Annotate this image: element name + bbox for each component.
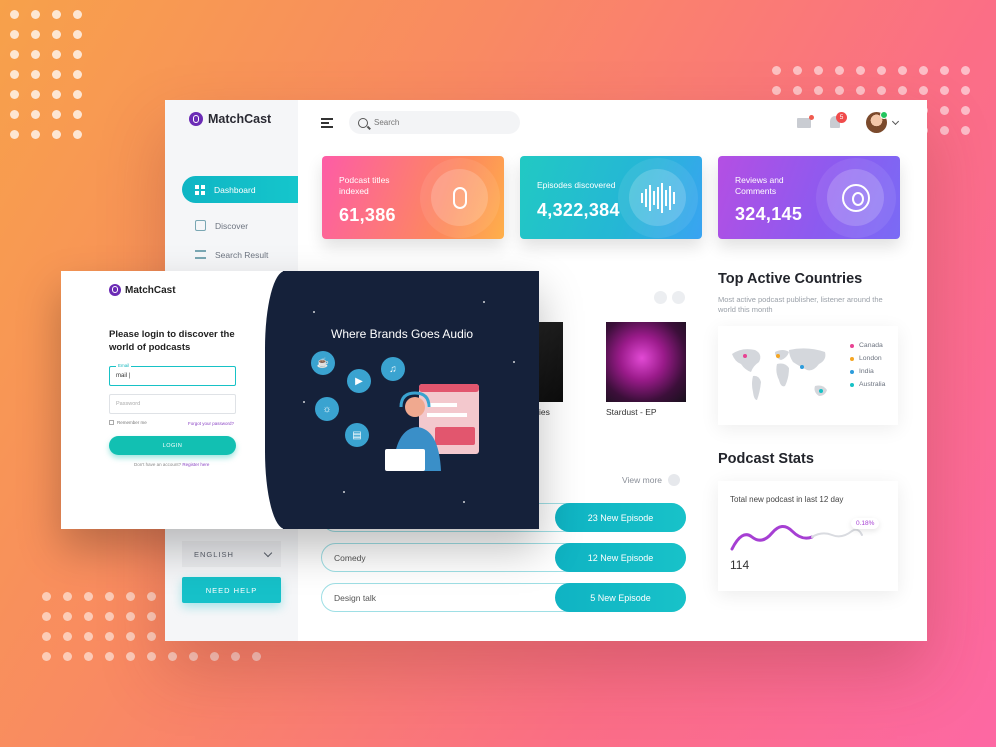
stats-sparkline bbox=[730, 525, 863, 551]
app-name: MatchCast bbox=[208, 112, 272, 126]
microphone-icon bbox=[419, 157, 500, 238]
carousel-prev-button[interactable] bbox=[654, 291, 667, 304]
podcaster-illustration bbox=[385, 384, 479, 471]
episode-row[interactable]: Design talk 5 New Episode bbox=[321, 583, 686, 612]
notification-badge: 5 bbox=[836, 112, 847, 123]
legend-dot bbox=[850, 343, 854, 348]
stat-value: 61,386 bbox=[339, 205, 396, 225]
episode-row[interactable]: Comedy 12 New Episode bbox=[321, 543, 686, 572]
dashboard-grid-icon bbox=[195, 184, 205, 195]
sidebar-item-discover[interactable]: Discover bbox=[182, 212, 298, 239]
app-logo[interactable]: MatchCast bbox=[189, 112, 271, 126]
podcast-stats-title: Podcast Stats bbox=[718, 451, 814, 467]
legend-item: Australia bbox=[850, 381, 885, 388]
forgot-password-link[interactable]: Forgot your password? bbox=[188, 421, 234, 426]
world-map-card: Canada London India Australia bbox=[718, 326, 898, 425]
legend-item: London bbox=[850, 355, 885, 362]
matchcast-logo-icon bbox=[189, 112, 203, 126]
lightbulb-icon: ☼ bbox=[315, 397, 339, 421]
world-map bbox=[732, 348, 827, 400]
login-logo: MatchCast bbox=[109, 284, 176, 296]
countries-subtitle: Most active podcast publisher, listener … bbox=[718, 295, 883, 314]
email-value: mail | bbox=[116, 373, 131, 379]
episode-genre: Design talk bbox=[334, 592, 377, 603]
password-field[interactable]: Password bbox=[109, 394, 236, 414]
music-note-icon: ♫ bbox=[381, 357, 405, 381]
mail-icon[interactable] bbox=[797, 115, 814, 128]
cube-icon bbox=[195, 220, 206, 231]
remember-me-checkbox[interactable]: Remember me bbox=[109, 420, 147, 425]
language-value: ENGLISH bbox=[194, 549, 234, 559]
menu-icon[interactable] bbox=[321, 118, 333, 131]
stats-caption: Total new podcast in last 12 day bbox=[730, 495, 844, 504]
legend-item: Canada bbox=[850, 342, 885, 349]
login-heading: Please login to discover the world of po… bbox=[109, 329, 235, 353]
sidebar-item-label: Search Result bbox=[215, 249, 269, 260]
chevron-down-icon[interactable] bbox=[891, 117, 900, 126]
cup-icon: ☕ bbox=[311, 351, 335, 375]
email-field[interactable]: Email mail | bbox=[109, 363, 236, 386]
search-icon bbox=[358, 117, 368, 128]
stat-card-reviews[interactable]: Reviews and Comments 324,145 bbox=[718, 156, 900, 239]
album-title[interactable]: Stardust - EP bbox=[606, 407, 657, 417]
password-placeholder: Password bbox=[116, 401, 141, 407]
countries-title: Top Active Countries bbox=[718, 271, 863, 287]
view-more-link[interactable]: View more bbox=[622, 474, 680, 486]
album-title[interactable]: ies bbox=[539, 407, 550, 417]
register-prompt: Don't have an account? Register here bbox=[134, 462, 210, 467]
video-icon: ▶ bbox=[347, 369, 371, 393]
stat-value: 4,322,384 bbox=[537, 200, 620, 220]
stats-value: 114 bbox=[730, 558, 750, 572]
folder-icon: ▤ bbox=[345, 423, 369, 447]
sidebar-item-dashboard[interactable]: Dashboard bbox=[182, 176, 298, 203]
decorative-dots bbox=[10, 10, 82, 139]
episode-count-button[interactable]: 12 New Episode bbox=[555, 543, 686, 572]
stat-label: Podcast titles indexed bbox=[339, 175, 390, 196]
stat-label: Reviews and Comments bbox=[735, 175, 784, 196]
podcast-icon bbox=[815, 157, 896, 238]
avatar[interactable] bbox=[866, 111, 888, 133]
episode-count-button[interactable]: 23 New Episode bbox=[555, 503, 686, 532]
stat-card-podcast-titles[interactable]: Podcast titles indexed 61,386 bbox=[322, 156, 504, 239]
search-bar[interactable] bbox=[349, 111, 520, 134]
sound-wave-icon bbox=[617, 157, 698, 238]
legend-dot bbox=[850, 369, 854, 374]
map-legend: Canada London India Australia bbox=[850, 342, 885, 394]
stat-card-episodes[interactable]: Episodes discovered 4,322,384 bbox=[520, 156, 702, 239]
episode-genre: Comedy bbox=[334, 552, 366, 563]
episode-count-button[interactable]: 5 New Episode bbox=[555, 583, 686, 612]
legend-dot bbox=[850, 356, 854, 361]
album-cover[interactable] bbox=[539, 322, 563, 402]
legend-dot bbox=[850, 382, 854, 387]
checkbox-icon bbox=[109, 420, 114, 425]
sidebar-item-label: Discover bbox=[215, 220, 249, 231]
podcast-stats-card: Total new podcast in last 12 day 0.18% 1… bbox=[718, 481, 898, 591]
arrow-right-icon bbox=[668, 474, 680, 486]
sidebar-item-label: Dashboard bbox=[214, 184, 256, 195]
album-cover[interactable] bbox=[606, 322, 686, 402]
stats-percent-badge: 0.18% bbox=[851, 518, 880, 529]
stat-value: 324,145 bbox=[735, 204, 803, 224]
need-help-button[interactable]: NEED HELP bbox=[182, 577, 281, 603]
sidebar-item-search-result[interactable]: Search Result bbox=[182, 241, 298, 268]
chevron-down-icon bbox=[263, 548, 273, 557]
stack-icon bbox=[195, 250, 206, 259]
matchcast-logo-icon bbox=[109, 284, 121, 296]
register-link[interactable]: Register here bbox=[182, 462, 209, 467]
email-label: Email bbox=[116, 363, 132, 368]
login-illustration-panel: ☕ ▶ ♫ ☼ ▤ bbox=[265, 271, 539, 529]
legend-item: India bbox=[850, 368, 885, 375]
carousel-next-button[interactable] bbox=[672, 291, 685, 304]
brand-title: Where Brands Goes Audio bbox=[331, 327, 474, 341]
language-select[interactable]: ENGLISH bbox=[182, 541, 281, 567]
search-input[interactable] bbox=[374, 118, 504, 127]
login-panel: MatchCast Please login to discover the w… bbox=[61, 271, 539, 529]
login-button[interactable]: LOGIN bbox=[109, 436, 236, 455]
